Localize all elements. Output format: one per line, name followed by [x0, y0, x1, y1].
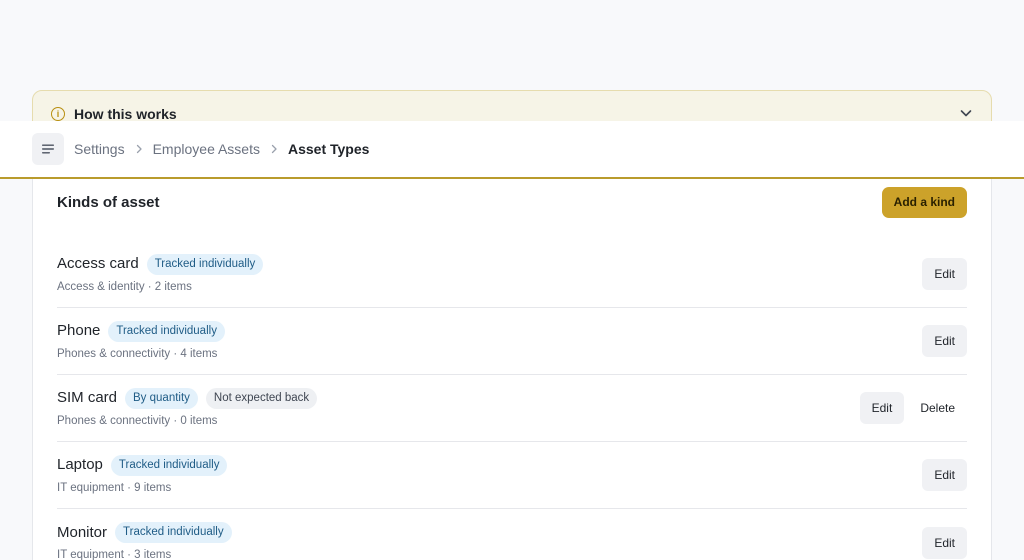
edit-button[interactable]: Edit [859, 392, 905, 424]
asset-kind-name: Laptop [57, 456, 103, 473]
card-title: Kinds of asset [57, 193, 160, 211]
list-item: Monitor Tracked individually IT equipmen… [57, 509, 967, 560]
list-item: Laptop Tracked individually IT equipment… [57, 442, 967, 509]
card-header: Kinds of asset Add a kind [57, 186, 967, 218]
chevron-right-icon [131, 141, 147, 157]
status-badge: Tracked individually [110, 454, 228, 476]
asset-kind-meta: IT equipment · 9 items [57, 481, 172, 494]
delete-button[interactable]: Delete [908, 392, 967, 424]
breadcrumb-settings[interactable]: Settings [74, 140, 125, 158]
status-badge: By quantity [125, 387, 198, 409]
status-badge: Tracked individually [108, 320, 225, 342]
status-badge: Not expected back [205, 387, 318, 409]
status-badge: Tracked individually [115, 522, 232, 543]
asset-kind-meta: Access & identity · 2 items [57, 280, 192, 293]
asset-kind-name: Monitor [57, 523, 108, 541]
add-kind-button[interactable]: Add a kind [881, 186, 967, 218]
asset-kind-meta: Phones & connectivity · 4 items [57, 347, 218, 360]
chevron-right-icon [266, 141, 282, 157]
asset-kinds-list: Access card Tracked individually Access … [57, 241, 967, 560]
breadcrumb-header: Settings Employee Assets Asset Types [0, 121, 1024, 179]
list-item: Access card Tracked individually Access … [57, 241, 967, 308]
info-icon: i [51, 107, 65, 121]
asset-kind-name: SIM card [57, 389, 118, 406]
list-item: SIM card By quantity Not expected back P… [57, 375, 967, 442]
edit-button[interactable]: Edit [922, 526, 967, 559]
asset-kinds-card: Kinds of asset Add a kind Access card Tr… [32, 160, 992, 560]
breadcrumb-asset-types: Asset Types [287, 141, 370, 157]
edit-button[interactable]: Edit [922, 258, 967, 290]
asset-kind-name: Phone [57, 322, 101, 339]
chevron-down-icon[interactable] [959, 106, 973, 120]
list-item: Phone Tracked individually Phones & conn… [57, 308, 967, 375]
asset-kind-meta: IT equipment · 3 items [57, 549, 172, 560]
breadcrumb: Settings Employee Assets Asset Types [74, 140, 369, 158]
menu-icon [42, 144, 54, 154]
edit-button[interactable]: Edit [922, 459, 967, 491]
edit-button[interactable]: Edit [922, 325, 967, 357]
sidebar-toggle-button[interactable] [32, 133, 64, 165]
asset-kind-name: Access card [57, 255, 139, 272]
breadcrumb-employee-assets[interactable]: Employee Assets [153, 140, 260, 158]
status-badge: Tracked individually [146, 253, 264, 275]
asset-kind-meta: Phones & connectivity · 0 items [57, 414, 218, 427]
